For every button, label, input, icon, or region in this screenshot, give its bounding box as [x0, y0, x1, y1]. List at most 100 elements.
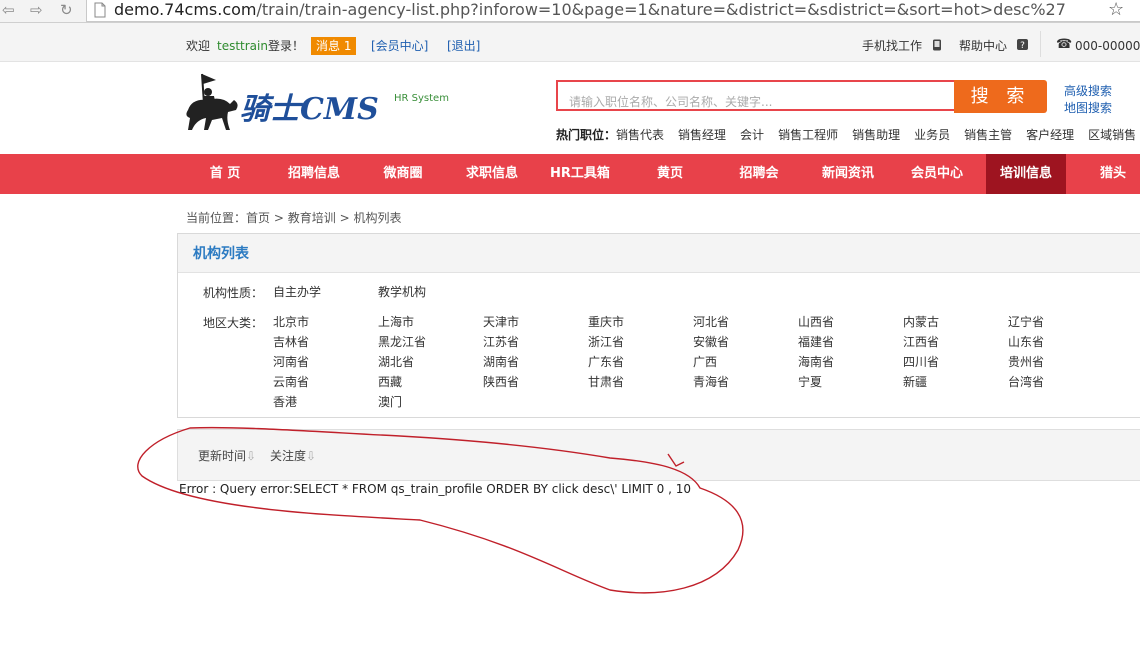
district-option[interactable]: 山东省 — [1008, 333, 1044, 350]
district-option[interactable]: 重庆市 — [588, 313, 624, 330]
hot-job-link[interactable]: 区域销售 — [1088, 128, 1136, 142]
breadcrumb-current: 机构列表 — [353, 211, 402, 225]
nav-item-home[interactable]: 首 页 — [194, 154, 256, 194]
district-option[interactable]: 河北省 — [693, 313, 729, 330]
nav-item-news[interactable]: 新闻资讯 — [811, 154, 885, 194]
svg-text:?: ? — [1020, 41, 1025, 50]
district-option[interactable]: 广西 — [693, 353, 717, 370]
district-option[interactable]: 青海省 — [693, 373, 729, 390]
district-option[interactable]: 江苏省 — [483, 333, 519, 350]
nav-item-member-center[interactable]: 会员中心 — [900, 154, 974, 194]
sort-bar — [177, 429, 1140, 481]
district-option[interactable]: 福建省 — [798, 333, 834, 350]
district-option[interactable]: 上海市 — [378, 313, 414, 330]
search-placeholder: 请输入职位名称、公司名称、关键字... — [569, 95, 773, 109]
hot-job-link[interactable]: 销售经理 — [678, 128, 726, 142]
district-option[interactable]: 西藏 — [378, 373, 402, 390]
nav-item-hr-toolbox[interactable]: HR工具箱 — [543, 154, 617, 194]
nav-item-job-fair[interactable]: 招聘会 — [724, 154, 794, 194]
breadcrumb-label: 当前位置： — [186, 211, 247, 225]
help-center-link[interactable]: 帮助中心 — [959, 39, 1007, 53]
district-option[interactable]: 甘肃省 — [588, 373, 624, 390]
message-badge[interactable]: 消息 1 — [311, 37, 357, 55]
phone-number: 000-000000 — [1075, 39, 1140, 53]
district-option[interactable]: 香港 — [273, 393, 297, 410]
reload-icon[interactable]: ↻ — [60, 1, 73, 19]
nav-item-business-circle[interactable]: 微商圈 — [370, 154, 436, 194]
district-option[interactable]: 山西省 — [798, 313, 834, 330]
star-icon[interactable]: ☆ — [1108, 0, 1124, 20]
error-message: Error : Query error:SELECT * FROM qs_tra… — [179, 482, 691, 496]
search-button[interactable]: 搜 索 — [954, 80, 1047, 113]
hot-jobs: 热门职位：销售代表 销售经理 会计 销售工程师 销售助理 业务员 销售主管 客户经理 区域销售 — [556, 126, 1136, 143]
nav-item-training[interactable]: 培训信息 — [986, 154, 1066, 194]
sort-update-label: 更新时间 — [198, 449, 247, 463]
forward-arrow-icon[interactable]: ⇨ — [30, 1, 43, 19]
breadcrumb: 当前位置：首页 > 教育培训 > 机构列表 — [186, 209, 402, 226]
district-option[interactable]: 广东省 — [588, 353, 624, 370]
district-option[interactable]: 新疆 — [903, 373, 927, 390]
district-option[interactable]: 台湾省 — [1008, 373, 1044, 390]
back-arrow-icon[interactable]: ⇦ — [2, 1, 15, 19]
district-option[interactable]: 天津市 — [483, 313, 519, 330]
hot-job-link[interactable]: 销售主管 — [964, 128, 1012, 142]
help-icon: ? — [1017, 39, 1028, 50]
district-option[interactable]: 内蒙古 — [903, 313, 939, 330]
url-text[interactable]: demo.74cms.com/train/train-agency-list.p… — [114, 0, 1066, 20]
hot-job-link[interactable]: 客户经理 — [1026, 128, 1074, 142]
hot-job-link[interactable]: 业务员 — [914, 128, 950, 142]
district-option[interactable]: 贵州省 — [1008, 353, 1044, 370]
district-option[interactable]: 澳门 — [378, 393, 402, 410]
district-option[interactable]: 陕西省 — [483, 373, 519, 390]
district-option[interactable]: 黑龙江省 — [378, 333, 426, 350]
login-suffix: 登录！ — [268, 39, 305, 53]
district-option[interactable]: 海南省 — [798, 353, 834, 370]
district-option[interactable]: 云南省 — [273, 373, 309, 390]
hot-job-link[interactable]: 销售助理 — [852, 128, 900, 142]
district-option[interactable]: 吉林省 — [273, 333, 309, 350]
breadcrumb-separator: > — [273, 211, 284, 225]
map-search-link[interactable]: 地图搜索 — [1064, 99, 1112, 116]
hot-jobs-label: 热门职位： — [556, 128, 617, 142]
district-option[interactable]: 湖北省 — [378, 353, 414, 370]
phone-icon: ☎ — [1056, 37, 1073, 52]
browser-toolbar: ⇦ ⇨ ↻ demo.74cms.com/train/train-agency-… — [0, 0, 1140, 23]
district-option[interactable]: 辽宁省 — [1008, 313, 1044, 330]
sort-down-icon: ⇩ — [246, 449, 257, 463]
sort-attention-label: 关注度 — [270, 449, 307, 463]
district-option[interactable]: 宁夏 — [798, 373, 822, 390]
hot-job-link[interactable]: 销售工程师 — [778, 128, 838, 142]
district-option[interactable]: 安徽省 — [693, 333, 729, 350]
nature-label: 机构性质： — [203, 286, 264, 300]
district-option[interactable]: 湖南省 — [483, 353, 519, 370]
nature-option[interactable]: 自主办学 — [273, 283, 321, 300]
advanced-search-link[interactable]: 高级搜索 — [1064, 82, 1112, 99]
topbar-divider — [1040, 31, 1041, 57]
site-logo[interactable]: 骑士CMS HR System — [178, 70, 468, 136]
breadcrumb-home[interactable]: 首页 — [246, 211, 270, 225]
hot-job-link[interactable]: 销售代表 — [616, 128, 664, 142]
mobile-job-link[interactable]: 手机找工作 — [862, 39, 922, 53]
main-nav: 首 页 招聘信息 微商圈 求职信息 HR工具箱 黄页 招聘会 新闻资讯 会员中心… — [0, 154, 1140, 194]
sort-update-time[interactable]: 更新时间⇩ — [198, 447, 256, 464]
logout-link[interactable]: [退出] — [447, 39, 480, 53]
sort-attention[interactable]: 关注度⇩ — [270, 447, 316, 464]
nav-item-yellow-pages[interactable]: 黄页 — [640, 154, 700, 194]
nav-item-jobs[interactable]: 招聘信息 — [277, 154, 351, 194]
district-option[interactable]: 河南省 — [273, 353, 309, 370]
nature-option[interactable]: 教学机构 — [378, 283, 426, 300]
username-link[interactable]: testtrain — [217, 39, 268, 53]
nav-item-headhunter[interactable]: 猎头 — [1086, 154, 1140, 194]
url-host: demo.74cms.com — [114, 0, 257, 19]
breadcrumb-section[interactable]: 教育培训 — [288, 211, 336, 225]
district-option[interactable]: 浙江省 — [588, 333, 624, 350]
hot-job-link[interactable]: 会计 — [740, 128, 764, 142]
district-option[interactable]: 江西省 — [903, 333, 939, 350]
nav-item-resumes[interactable]: 求职信息 — [455, 154, 529, 194]
district-option[interactable]: 北京市 — [273, 313, 309, 330]
logo-subtitle: HR System — [394, 93, 449, 104]
mobile-icon — [933, 39, 941, 51]
panel-header — [178, 234, 1140, 273]
district-option[interactable]: 四川省 — [903, 353, 939, 370]
member-center-link[interactable]: [会员中心] — [371, 39, 428, 53]
